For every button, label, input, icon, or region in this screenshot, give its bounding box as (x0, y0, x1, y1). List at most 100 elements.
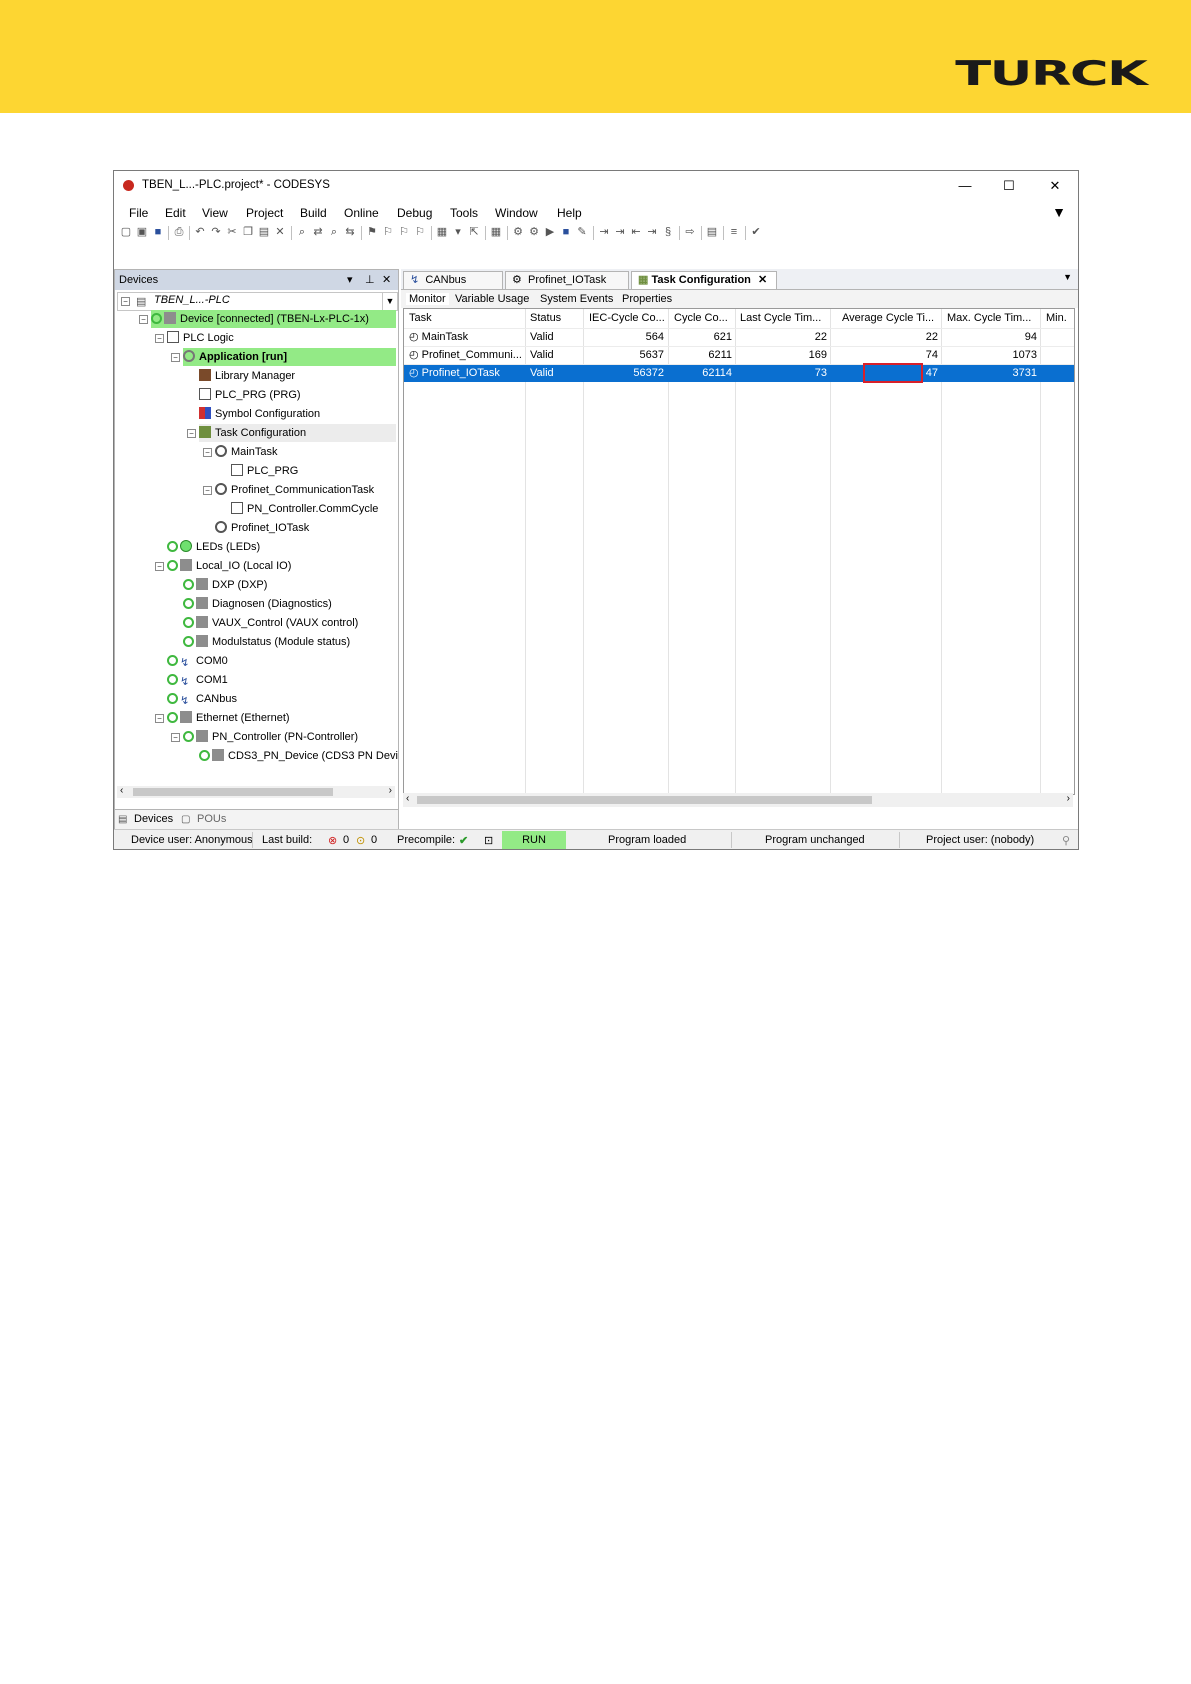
column-header-min[interactable]: Min. (1046, 309, 1072, 327)
menu-debug[interactable]: Debug (397, 206, 432, 220)
cut-icon[interactable]: ✂ (226, 226, 238, 238)
tree-item-pn-controller[interactable]: PN_Controller (PN-Controller) (183, 728, 358, 746)
subtab-monitor[interactable]: Monitor (406, 293, 449, 305)
tab-devices[interactable]: Devices (134, 813, 173, 825)
tree-item-maintask-plc-prg[interactable]: PLC_PRG (231, 462, 298, 480)
find-icon[interactable]: ⌕ (296, 226, 308, 238)
tree-item-pn-commcycle[interactable]: PN_Controller.CommCycle (231, 500, 378, 518)
info-icon[interactable]: ⚲ (1062, 834, 1070, 847)
menu-project[interactable]: Project (246, 206, 283, 220)
tree-item-library-manager[interactable]: Library Manager (199, 367, 295, 385)
chevron-down-icon[interactable]: ▼ (382, 293, 397, 310)
tree-item-dxp[interactable]: DXP (DXP) (183, 576, 267, 594)
tree-item-com0[interactable]: ↯ COM0 (167, 652, 228, 670)
calculator-icon[interactable]: ▦ (490, 226, 502, 238)
login-icon[interactable]: ⚙ (512, 226, 524, 238)
project-combo[interactable]: − ▤ TBEN_L...-PLC ▼ (117, 292, 398, 311)
open-folder-icon[interactable]: ▣ (136, 226, 148, 238)
bookmark-prev-icon[interactable]: ⚐ (398, 226, 410, 238)
step-out-icon[interactable]: ⇤ (630, 226, 642, 238)
build-dropdown-icon[interactable]: ▾ (452, 226, 464, 238)
tree-item-profinet-iotask[interactable]: Profinet_IOTask (215, 519, 309, 537)
tree-item-plc-logic[interactable]: PLC Logic (167, 329, 234, 347)
tree-item-plc-prg[interactable]: PLC_PRG (PRG) (199, 386, 301, 404)
print-icon[interactable]: ⎙ (173, 226, 185, 238)
delete-icon[interactable]: ✕ (274, 226, 286, 238)
start-icon[interactable]: ▶ (544, 226, 556, 238)
tree-item-application[interactable]: Application [run] (183, 348, 396, 366)
tree-item-com1[interactable]: ↯ COM1 (167, 671, 228, 689)
menu-window[interactable]: Window (495, 206, 538, 220)
menu-edit[interactable]: Edit (165, 206, 186, 220)
devices-horizontal-scrollbar[interactable]: ‹ › (117, 785, 395, 798)
collapse-icon[interactable]: − (155, 714, 164, 723)
collapse-icon[interactable]: − (171, 353, 180, 362)
table-row-selected[interactable]: ◴ Profinet_IOTask Valid 56372 62114 73 4… (404, 364, 1074, 382)
tree-item-task-config[interactable]: Task Configuration (199, 424, 396, 442)
table-horizontal-scrollbar[interactable]: ‹ › (403, 793, 1073, 807)
paste-icon[interactable]: ▤ (258, 226, 270, 238)
collapse-icon[interactable]: − (187, 429, 196, 438)
column-header-status[interactable]: Status (530, 309, 580, 327)
save-icon[interactable]: ■ (152, 226, 164, 238)
bookmark-next-icon[interactable]: ⚐ (382, 226, 394, 238)
column-header-task[interactable]: Task (409, 309, 519, 327)
replace-all-icon[interactable]: ⇆ (344, 226, 356, 238)
tree-item-modulstatus[interactable]: Modulstatus (Module status) (183, 633, 350, 651)
maximize-button[interactable]: ☐ (994, 176, 1024, 196)
subtab-properties[interactable]: Properties (622, 293, 672, 305)
tab-list-icon[interactable]: ▼ (1063, 272, 1072, 282)
step-into-icon[interactable]: ⇥ (614, 226, 626, 238)
tree-item-cds3-pn-device[interactable]: CDS3_PN_Device (CDS3 PN Devi (199, 747, 398, 765)
tree-item-local-io[interactable]: Local_IO (Local IO) (167, 557, 291, 575)
panel-menu-icon[interactable]: ▾ (347, 273, 353, 286)
find-all-icon[interactable]: ⌕ (328, 226, 340, 238)
bookmark-clear-icon[interactable]: ⚐ (414, 226, 426, 238)
copy-icon[interactable]: ❐ (242, 226, 254, 238)
tree-item-vaux-control[interactable]: VAUX_Control (VAUX control) (183, 614, 358, 632)
subtab-variable-usage[interactable]: Variable Usage (455, 293, 529, 305)
reset-icon[interactable]: ✎ (576, 226, 588, 238)
breakpoint-icon[interactable]: § (662, 226, 674, 238)
tree-item-maintask[interactable]: MainTask (215, 443, 277, 461)
close-button[interactable]: ✕ (1040, 176, 1070, 196)
tab-profinet-iotask[interactable]: ⚙ Profinet_IOTask (505, 271, 629, 289)
menu-online[interactable]: Online (344, 206, 379, 220)
column-header-average-cycle-time[interactable]: Average Cycle Ti... (842, 309, 940, 327)
table-row[interactable]: ◴ Profinet_Communi... Valid 5637 6211 16… (404, 346, 1074, 364)
panel-close-icon[interactable]: ✕ (382, 273, 391, 286)
scroll-right-icon[interactable]: › (389, 785, 392, 796)
scroll-right-icon[interactable]: › (1067, 793, 1070, 804)
stop-icon[interactable]: ■ (560, 226, 572, 238)
column-header-cycle-count[interactable]: Cycle Co... (674, 309, 734, 327)
step-over-icon[interactable]: ⇥ (598, 226, 610, 238)
column-header-last-cycle-time[interactable]: Last Cycle Tim... (740, 309, 828, 327)
force-values-icon[interactable]: ≡ (728, 226, 740, 238)
pin-icon[interactable]: ⊥ (365, 273, 375, 286)
filter-icon[interactable]: ▼ (1052, 204, 1066, 220)
arrow-right-icon[interactable]: ⇨ (684, 226, 696, 238)
minimize-button[interactable]: — (950, 176, 980, 196)
scroll-left-icon[interactable]: ‹ (406, 793, 409, 804)
new-file-icon[interactable]: ▢ (120, 226, 132, 238)
tree-item-symbol-config[interactable]: Symbol Configuration (199, 405, 320, 423)
menu-view[interactable]: View (202, 206, 228, 220)
collapse-icon[interactable]: − (121, 297, 130, 306)
table-row[interactable]: ◴ MainTask Valid 564 621 22 22 94 (404, 328, 1074, 346)
undo-icon[interactable]: ↶ (194, 226, 206, 238)
tree-item-diagnosen[interactable]: Diagnosen (Diagnostics) (183, 595, 332, 613)
menu-file[interactable]: File (129, 206, 148, 220)
scrollbar-thumb[interactable] (417, 796, 872, 804)
collapse-icon[interactable]: − (155, 562, 164, 571)
replace-icon[interactable]: ⇄ (312, 226, 324, 238)
redo-icon[interactable]: ↷ (210, 226, 222, 238)
tree-item-canbus[interactable]: ↯ CANbus (167, 690, 237, 708)
tree-item-profinet-comm-task[interactable]: Profinet_CommunicationTask (215, 481, 374, 499)
tree-item-leds[interactable]: LEDs (LEDs) (167, 538, 260, 556)
collapse-icon[interactable]: − (203, 448, 212, 457)
tab-pous[interactable]: POUs (197, 813, 226, 825)
tab-task-configuration[interactable]: ▦ Task Configuration ✕ (631, 271, 777, 289)
build-icon[interactable]: ▦ (436, 226, 448, 238)
collapse-icon[interactable]: − (171, 733, 180, 742)
column-header-iec-cycle-count[interactable]: IEC-Cycle Co... (589, 309, 666, 327)
